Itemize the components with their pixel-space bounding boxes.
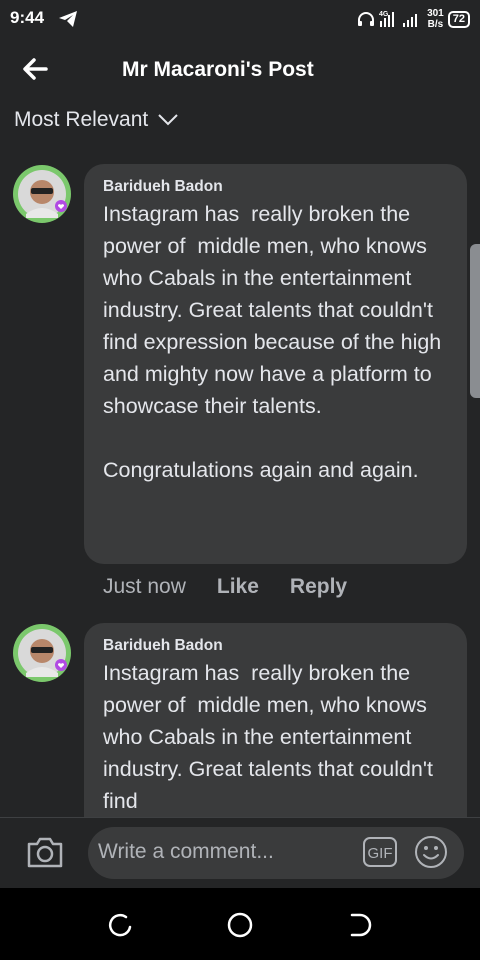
- back-arrow-icon[interactable]: [20, 54, 50, 84]
- signal-icon: 4G: [379, 11, 418, 27]
- comment-author[interactable]: Baridueh Badon: [103, 178, 449, 196]
- speed-value: 301: [427, 8, 444, 19]
- like-button[interactable]: Like: [217, 575, 259, 599]
- battery-icon: 72: [447, 10, 470, 28]
- gif-icon[interactable]: GIF: [362, 835, 398, 869]
- battery-level: 72: [452, 12, 465, 25]
- avatar[interactable]: [12, 164, 72, 224]
- telegram-icon: [59, 11, 77, 27]
- network-label: 4G: [379, 11, 389, 18]
- network-speed: 301 B/s: [427, 8, 444, 30]
- recents-icon[interactable]: [106, 911, 134, 939]
- comment-bubble: Baridueh Badon Instagram has really brok…: [84, 623, 467, 817]
- reply-button[interactable]: Reply: [290, 575, 347, 599]
- sort-dropdown[interactable]: Most Relevant: [14, 108, 178, 132]
- home-icon[interactable]: [226, 911, 254, 939]
- chevron-down-icon: [158, 114, 178, 126]
- emoji-icon[interactable]: [414, 835, 448, 869]
- comment-time: Just now: [103, 575, 186, 598]
- gif-label: GIF: [368, 845, 393, 862]
- comment-input[interactable]: Write a comment... GIF: [88, 827, 464, 879]
- system-nav-bar: [0, 888, 480, 960]
- status-icons: 4G 301 B/s 72: [357, 4, 470, 34]
- status-bar: 9:44 4G 301 B/s 72: [0, 0, 480, 38]
- page-title: Mr Macaroni's Post: [122, 58, 314, 81]
- comment-text: Instagram has really broken the power of…: [103, 202, 442, 482]
- comment-author[interactable]: Baridueh Badon: [103, 637, 449, 655]
- sort-label: Most Relevant: [14, 108, 149, 131]
- avatar[interactable]: [12, 623, 72, 683]
- headphones-icon: [358, 12, 375, 26]
- comment-placeholder: Write a comment...: [98, 840, 274, 863]
- camera-icon[interactable]: [26, 835, 64, 869]
- comment-bubble: Baridueh Badon Instagram has really brok…: [84, 164, 467, 564]
- back-icon[interactable]: [346, 911, 374, 939]
- scrollbar[interactable]: [470, 244, 480, 398]
- comment-actions: Just now Like Reply: [103, 575, 347, 599]
- comment-composer: Write a comment... GIF: [0, 817, 480, 889]
- status-time: 9:44: [10, 8, 45, 27]
- speed-unit: B/s: [427, 19, 444, 30]
- header: Mr Macaroni's Post: [0, 38, 480, 100]
- comment-text: Instagram has really broken the power of…: [103, 661, 439, 813]
